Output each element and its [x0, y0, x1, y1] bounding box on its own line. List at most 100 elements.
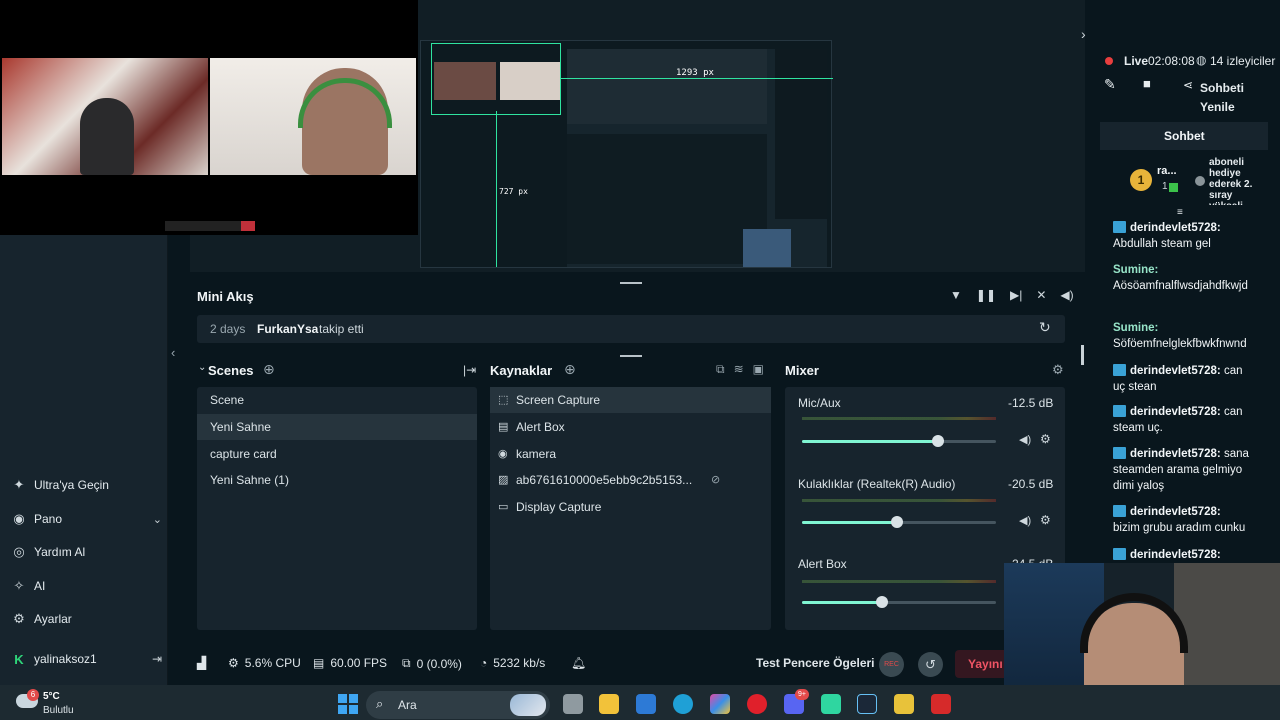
channel-db: -20.5 dB — [1008, 477, 1054, 491]
scene-transition-icon[interactable]: |⇥ — [463, 363, 476, 377]
volume-icon[interactable]: ◀) — [1060, 288, 1073, 302]
source-item[interactable]: ▭ Display Capture — [490, 494, 771, 520]
stats-icon[interactable]: ▟ — [197, 656, 206, 670]
mute-icon[interactable]: ◀) — [1019, 433, 1031, 446]
volume-slider-knob[interactable] — [931, 435, 944, 447]
mixer-settings-icon[interactable]: ⚙ — [1052, 362, 1064, 378]
filter-icon[interactable]: ▼ — [950, 288, 962, 302]
repeat-icon[interactable]: ↻ — [1039, 319, 1051, 336]
copilot-icon[interactable] — [710, 694, 730, 714]
gift-user: ra... — [1157, 165, 1177, 177]
gear-icon[interactable]: ⚙ — [1040, 432, 1051, 446]
feed-event-row[interactable]: 2 days FurkanYsa takip etti ↻ — [197, 315, 1065, 343]
opera-icon[interactable] — [747, 694, 767, 714]
nav-settings[interactable]: ⚙ Ayarlar — [12, 609, 162, 629]
resize-handle[interactable] — [620, 282, 642, 284]
share-icon[interactable]: ⋖ — [1183, 78, 1193, 92]
scene-item[interactable]: Scene — [197, 387, 477, 413]
chat-username[interactable]: derindevlet5728: — [1130, 506, 1221, 518]
source-settings-icon[interactable]: ⧉ — [716, 362, 725, 377]
task-view-icon[interactable] — [563, 694, 583, 714]
chat-title: Sohbet — [1164, 129, 1205, 143]
edit-icon[interactable]: ✎ — [1104, 76, 1116, 93]
chevron-down-icon[interactable]: ⌄ — [198, 362, 206, 373]
add-scene-icon[interactable]: ⊕ — [263, 361, 275, 378]
cpu-stat: ⚙ 5.6% CPU — [228, 656, 301, 670]
add-folder-icon[interactable]: ▣ — [753, 362, 764, 377]
mute-alerts-icon[interactable]: ✕ — [1036, 288, 1046, 302]
source-item[interactable]: ▨ ab6761610000e5ebb9c2b5153... ⊘ — [490, 467, 771, 493]
app-icon[interactable] — [931, 694, 951, 714]
preview-canvas[interactable]: 1293 px 727 px — [420, 40, 833, 268]
source-toolbar: ⧉ ≋ ▣ — [716, 362, 764, 377]
chat-username[interactable]: Sumine: — [1113, 264, 1158, 276]
nav-user[interactable]: Kyalinaksoz1 ⇥ — [12, 649, 162, 669]
replay-buffer-icon[interactable]: ↺ — [918, 652, 943, 677]
steam-icon[interactable] — [857, 694, 877, 714]
sources-title: Kaynaklar — [490, 363, 553, 378]
scene-item[interactable]: capture card — [197, 441, 477, 467]
alert-box-icon: ▤ — [498, 421, 509, 433]
gear-icon[interactable]: ⚙ — [1040, 513, 1051, 527]
volume-slider-knob[interactable] — [891, 516, 904, 528]
chat-username[interactable]: derindevlet5728: — [1130, 406, 1221, 418]
guide-vertical — [496, 111, 497, 267]
fps-stat: ▤ 60.00 FPS — [313, 656, 387, 670]
store-icon[interactable] — [636, 694, 656, 714]
test-widgets-button[interactable]: Test Pencere Ögeleri — [756, 656, 875, 670]
source-item[interactable]: ◉ kamera — [490, 441, 771, 467]
stream-info-icon[interactable]: ■ — [1143, 76, 1151, 91]
volume-slider-knob[interactable] — [875, 596, 888, 608]
twitch-badge-icon — [1113, 405, 1126, 417]
app-icon[interactable] — [821, 694, 841, 714]
selection-box[interactable] — [431, 43, 561, 115]
source-audio-icon[interactable]: ≋ — [734, 362, 744, 377]
live-dot — [1105, 57, 1113, 65]
resize-handle[interactable] — [620, 355, 642, 357]
expand-icon[interactable]: ≡ — [1177, 207, 1183, 218]
scene-item[interactable]: Yeni Sahne (1) — [197, 467, 477, 493]
pause-icon[interactable]: ❚❚ — [976, 288, 996, 302]
chevron-right-icon[interactable]: › — [1081, 26, 1086, 42]
dropped-value: 0 (0.0%) — [416, 656, 462, 671]
temperature[interactable]: 5°C — [43, 691, 60, 702]
file-explorer-icon[interactable] — [599, 694, 619, 714]
collapse-left-icon[interactable]: ‹ — [171, 345, 175, 360]
hidden-eye-icon[interactable]: ⊘ — [711, 467, 720, 493]
add-source-icon[interactable]: ⊕ — [564, 361, 576, 378]
fps-value: 60.00 FPS — [330, 656, 388, 670]
record-button[interactable]: REC — [879, 652, 904, 677]
start-icon[interactable] — [338, 694, 358, 714]
nav-ai[interactable]: ✧ AI — [12, 576, 162, 596]
nav-help[interactable]: ◎ Yardım Al — [12, 542, 162, 562]
gift-leaderboard: 1 ra... 1 aboneli hediye ederek 2. sıray… — [1100, 153, 1268, 209]
bell-icon[interactable]: 🔔︎ — [571, 656, 586, 670]
scene-item-selected[interactable]: Yeni Sahne — [197, 414, 477, 440]
source-item-selected[interactable]: ⬚ Screen Capture — [490, 387, 771, 413]
nav-pano[interactable]: ◉ Pano ⌄ — [12, 509, 162, 529]
chat-username[interactable]: derindevlet5728: — [1130, 222, 1221, 234]
chat-username[interactable]: Sumine: — [1113, 322, 1158, 334]
feed-toolbar: ▼ ❚❚ ▶| ✕ ◀) — [950, 288, 1074, 302]
dimension-width: 1293 px — [676, 68, 714, 78]
source-item[interactable]: ▤ Alert Box — [490, 414, 771, 440]
scrollbar[interactable] — [1081, 345, 1084, 365]
refresh-chat-button[interactable]: Sohbeti Yenile — [1200, 79, 1250, 117]
chat-username[interactable]: derindevlet5728: — [1130, 365, 1221, 377]
chat-username[interactable]: derindevlet5728: — [1130, 549, 1221, 561]
chat-message: derindevlet5728: can uç stean — [1113, 363, 1253, 395]
chat-username[interactable]: derindevlet5728: — [1130, 448, 1221, 460]
chat-message: derindevlet5728: — [1113, 547, 1253, 563]
weather-desc[interactable]: Bulutlu — [43, 705, 74, 716]
taskbar-search[interactable]: ⌕ Ara — [366, 691, 550, 719]
rank-2-badge — [1195, 176, 1205, 186]
chat-message: derindevlet5728: bizim grubu aradım cunku — [1113, 504, 1253, 536]
edge-icon[interactable] — [673, 694, 693, 714]
chat-header: Sohbet — [1100, 122, 1268, 150]
logout-icon[interactable]: ⇥ — [152, 652, 162, 666]
nav-ultra[interactable]: ✦ Ultra'ya Geçin — [12, 475, 162, 495]
app-icon[interactable] — [894, 694, 914, 714]
search-placeholder: Ara — [398, 698, 417, 712]
skip-icon[interactable]: ▶| — [1010, 288, 1022, 302]
mute-icon[interactable]: ◀) — [1019, 514, 1031, 527]
